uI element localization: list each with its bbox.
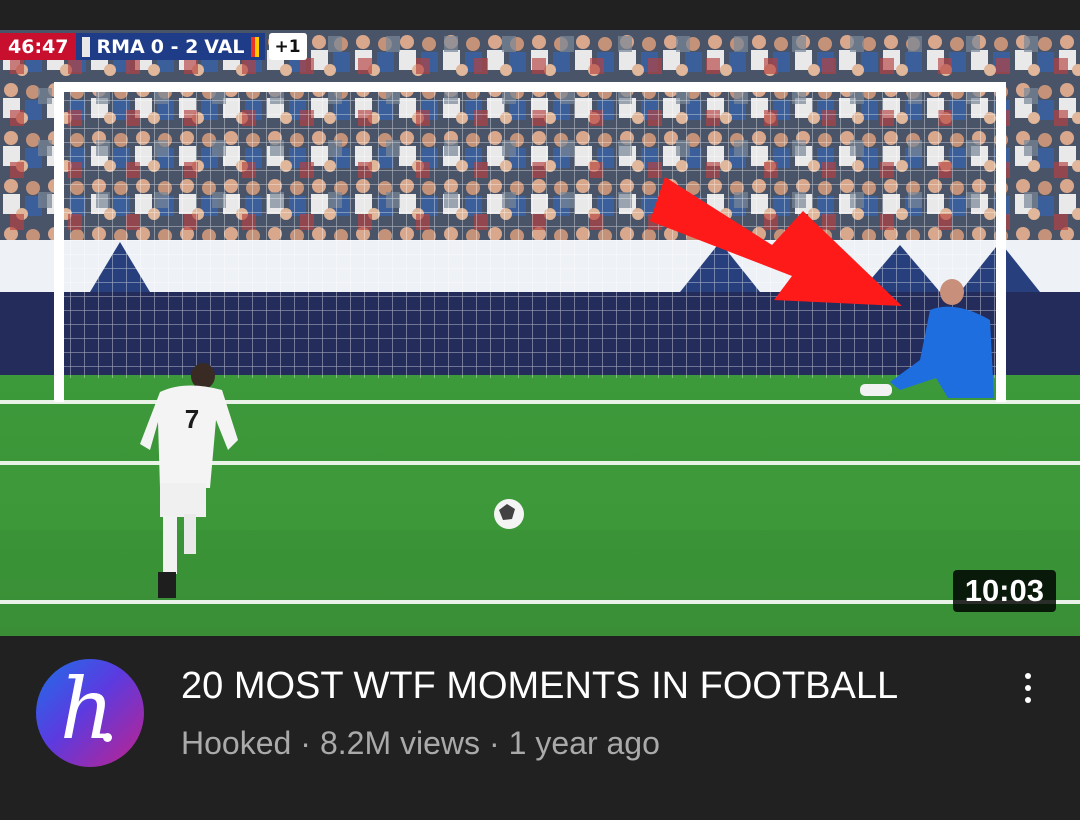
upload-age: 1 year ago bbox=[508, 725, 660, 761]
match-clock: 46:47 bbox=[0, 33, 77, 60]
away-flag bbox=[250, 36, 259, 57]
meta-separator: · bbox=[300, 725, 311, 761]
status-bar-area bbox=[0, 0, 1080, 30]
thumbnail-scene: 7 bbox=[0, 30, 1080, 636]
video-title[interactable]: 20 MOST WTF MOMENTS IN FOOTBALL bbox=[181, 663, 971, 709]
meta-separator: · bbox=[489, 725, 500, 761]
video-thumbnail[interactable]: 7 bbox=[0, 30, 1080, 636]
channel-name[interactable]: Hooked bbox=[181, 723, 291, 763]
home-team: RMA bbox=[96, 35, 145, 58]
video-duration-badge: 10:03 bbox=[952, 570, 1056, 612]
channel-avatar[interactable]: h bbox=[36, 659, 144, 767]
scoreboard-overlay: 46:47 RMA 0 - 2 VAL +1 bbox=[0, 33, 307, 60]
added-time: +1 bbox=[268, 33, 307, 60]
menu-dot bbox=[1025, 673, 1031, 679]
menu-dot bbox=[1025, 685, 1031, 691]
channel-logo-dot bbox=[103, 733, 112, 742]
more-vertical-icon[interactable] bbox=[1012, 666, 1044, 710]
home-flag bbox=[82, 36, 91, 57]
player-shirt-number: 7 bbox=[185, 404, 199, 434]
video-metadata: Hooked · 8.2M views · 1 year ago bbox=[181, 723, 660, 763]
match-score: 0 - 2 bbox=[150, 35, 199, 58]
score-teams: RMA 0 - 2 VAL bbox=[76, 33, 265, 60]
away-team: VAL bbox=[204, 35, 245, 58]
menu-dot bbox=[1025, 697, 1031, 703]
view-count: 8.2M views bbox=[319, 725, 480, 761]
